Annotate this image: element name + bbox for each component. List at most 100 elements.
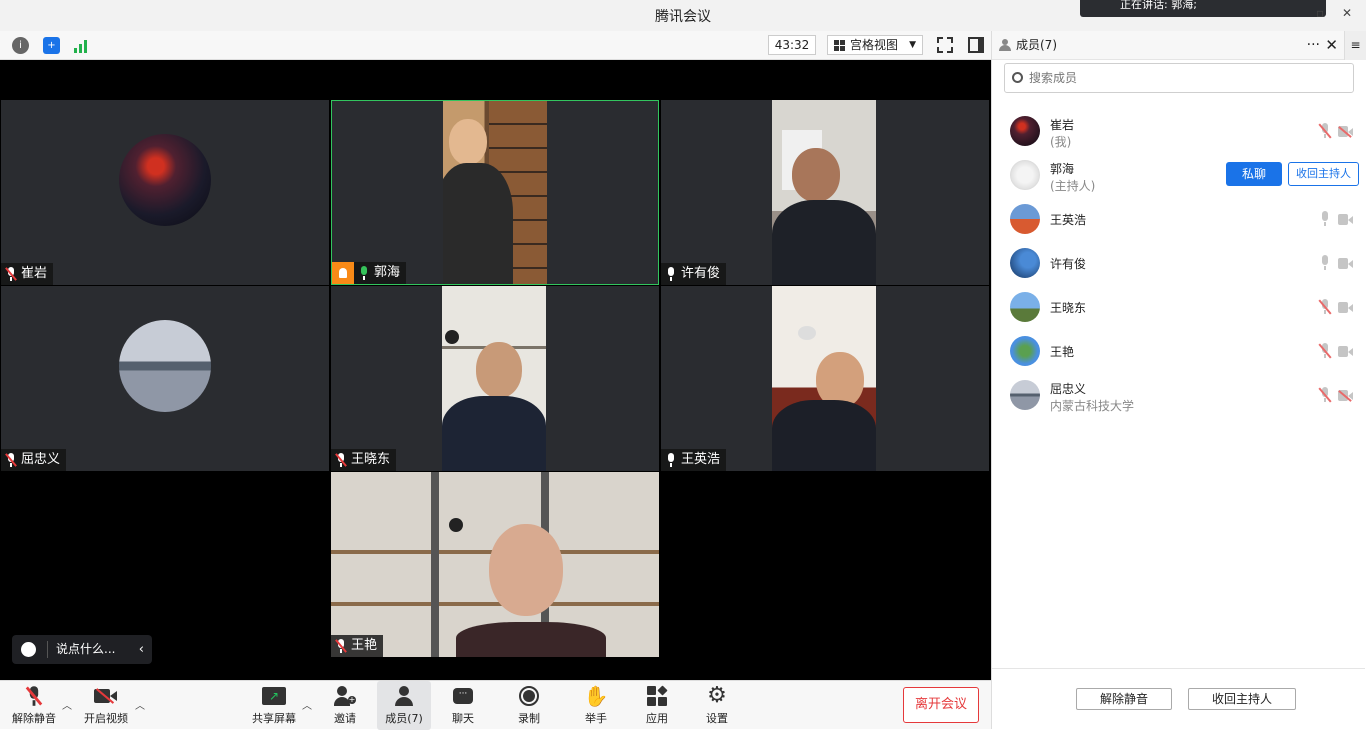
- participant-name: 崔岩: [21, 266, 48, 281]
- member-row[interactable]: 王英浩: [992, 197, 1365, 241]
- camera-icon[interactable]: [1338, 302, 1353, 313]
- video-tile[interactable]: 王艳: [331, 472, 659, 657]
- name-tag: 郭海: [332, 262, 407, 284]
- mic-muted-icon[interactable]: [1318, 123, 1332, 139]
- member-row[interactable]: 崔岩 (我): [992, 109, 1365, 153]
- person-body: [442, 396, 546, 471]
- chevron-up-icon[interactable]: ︿: [302, 697, 312, 712]
- panel-footer: 解除静音 收回主持人: [992, 668, 1365, 729]
- share-screen-icon: ↗: [262, 687, 286, 705]
- member-subtitle: (我): [1050, 135, 1072, 149]
- camera-icon[interactable]: [1338, 258, 1353, 269]
- chevron-down-icon: ▼: [909, 40, 916, 50]
- leave-meeting-button[interactable]: 离开会议: [903, 687, 979, 723]
- info-icon[interactable]: i: [12, 37, 29, 54]
- settings-button[interactable]: ⚙ 设置: [692, 681, 742, 730]
- person-head: [476, 342, 522, 398]
- member-row[interactable]: 王晓东: [992, 285, 1365, 329]
- member-name: 王艳: [1050, 345, 1075, 359]
- more-icon[interactable]: ···: [1307, 31, 1320, 59]
- participant-name: 屈忠义: [21, 452, 61, 467]
- avatar: [1010, 116, 1040, 146]
- mic-icon[interactable]: [1319, 211, 1331, 227]
- quick-chat-input[interactable]: 说点什么... ‹: [12, 635, 152, 664]
- mic-muted-icon[interactable]: [1318, 299, 1332, 315]
- record-button[interactable]: 录制: [504, 681, 554, 730]
- member-row[interactable]: 屈忠义 内蒙古科技大学: [992, 373, 1365, 417]
- close-icon[interactable]: ✕: [1325, 31, 1338, 59]
- private-chat-button[interactable]: 私聊: [1226, 162, 1282, 186]
- avatar: [1010, 160, 1040, 190]
- security-shield-icon[interactable]: +: [43, 37, 60, 54]
- video-tile-active-speaker[interactable]: 郭海: [331, 100, 659, 285]
- participant-name: 郭海: [374, 265, 401, 280]
- video-tile[interactable]: 屈忠义: [1, 286, 329, 471]
- toggle-panel-icon[interactable]: [968, 37, 984, 53]
- chat-bubble-icon: ···: [453, 688, 473, 704]
- member-row[interactable]: 郭海 (主持人) 私聊 收回主持人: [992, 153, 1365, 197]
- video-feed: [772, 286, 876, 471]
- mic-muted-icon[interactable]: [1318, 387, 1332, 403]
- video-grid: 崔岩 郭海 许有俊 屈忠义 王晓东 王英浩 王艳 说点什么... ‹: [0, 60, 991, 680]
- avatar: [1010, 336, 1040, 366]
- members-button[interactable]: 成员(7): [377, 681, 431, 730]
- menu-icon[interactable]: ≡: [1344, 31, 1366, 60]
- participant-name: 王晓东: [351, 452, 391, 467]
- chevron-up-icon[interactable]: ︿: [135, 697, 145, 712]
- mic-active-icon: [358, 266, 370, 280]
- avatar: [1010, 204, 1040, 234]
- name-tag: 崔岩: [1, 263, 54, 285]
- pillar-image: [431, 472, 439, 657]
- camera-icon[interactable]: [1338, 346, 1353, 357]
- fullscreen-icon[interactable]: [937, 37, 953, 53]
- member-row[interactable]: 王艳: [992, 329, 1365, 373]
- chat-button[interactable]: ··· 聊天: [438, 681, 488, 730]
- unmute-button[interactable]: 解除静音: [8, 681, 60, 730]
- mic-muted-icon: [335, 639, 347, 653]
- view-mode-label: 宫格视图: [850, 38, 899, 52]
- person-body: [443, 163, 513, 284]
- participant-name: 王艳: [351, 638, 378, 653]
- member-row[interactable]: 许有俊: [992, 241, 1365, 285]
- gear-icon: ⚙: [707, 683, 727, 708]
- camera-off-icon[interactable]: [1338, 390, 1353, 402]
- unmute-all-button[interactable]: 解除静音: [1076, 688, 1172, 710]
- user-icon: [394, 686, 414, 706]
- close-window-icon[interactable]: ✕: [1342, 6, 1352, 20]
- chevron-left-icon[interactable]: ‹: [139, 635, 144, 664]
- view-mode-select[interactable]: 宫格视图 ▼: [827, 35, 923, 55]
- restore-icon[interactable]: ▫: [1316, 6, 1324, 20]
- revoke-host-button[interactable]: 收回主持人: [1288, 162, 1359, 186]
- mic-muted-icon[interactable]: [1318, 343, 1332, 359]
- video-tile[interactable]: 王晓东: [331, 286, 659, 471]
- video-tile[interactable]: 王英浩: [661, 286, 989, 471]
- search-input[interactable]: 搜索成员: [1004, 63, 1354, 93]
- mic-icon[interactable]: [1319, 255, 1331, 271]
- user-icon: [999, 39, 1011, 51]
- avatar: [119, 134, 211, 226]
- camera-icon[interactable]: [1338, 214, 1353, 225]
- signal-strength-icon[interactable]: [73, 39, 89, 53]
- chevron-up-icon[interactable]: ︿: [62, 697, 72, 712]
- camera-off-icon[interactable]: [1338, 126, 1353, 138]
- speaking-notification: 正在讲话: 郭海;: [1080, 0, 1326, 17]
- member-name: 王英浩: [1050, 213, 1087, 227]
- revoke-host-footer-button[interactable]: 收回主持人: [1188, 688, 1296, 710]
- apps-button[interactable]: 应用: [632, 681, 682, 730]
- title-bar: 腾讯会议 正在讲话: 郭海; ▫ ✕: [0, 0, 1366, 31]
- members-panel: 成员(7) ··· ✕ ≡ 搜索成员 崔岩 (我) 郭海 (主持人) 私聊 收回…: [991, 31, 1366, 729]
- avatar: [119, 320, 211, 412]
- person-head: [489, 524, 563, 616]
- mic-active-icon: [665, 453, 677, 467]
- mic-muted-icon: [5, 453, 17, 467]
- emoji-icon[interactable]: [21, 642, 36, 657]
- raise-hand-button[interactable]: ✋ 举手: [571, 681, 621, 730]
- video-tile[interactable]: 许有俊: [661, 100, 989, 285]
- person-body: [772, 200, 876, 285]
- clock-image: [445, 330, 459, 344]
- invite-button[interactable]: + 邀请: [320, 681, 370, 730]
- video-tile[interactable]: 崔岩: [1, 100, 329, 285]
- meeting-toolbar: i + 43:32 宫格视图 ▼: [0, 31, 991, 60]
- share-screen-button[interactable]: ↗ 共享屏幕: [248, 681, 300, 730]
- start-video-button[interactable]: 开启视频: [80, 681, 132, 730]
